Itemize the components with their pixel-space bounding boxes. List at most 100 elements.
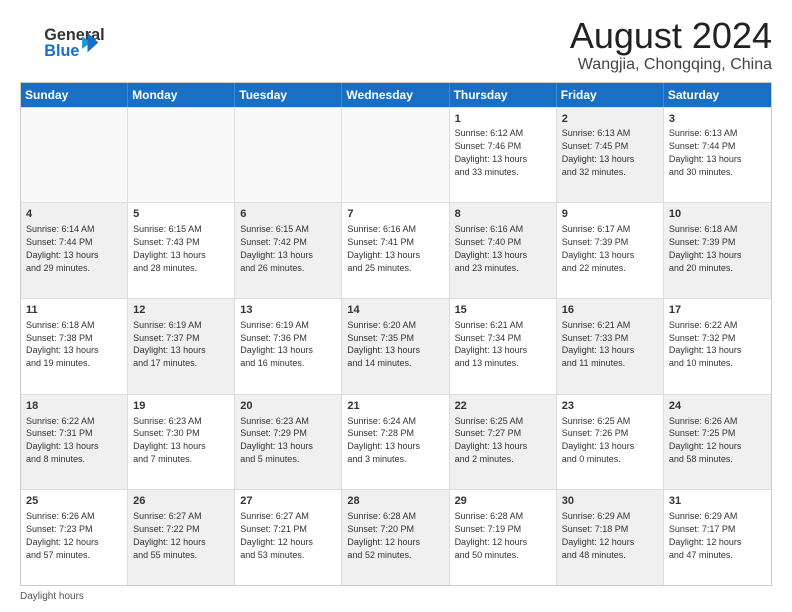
cal-cell: 27 Sunrise: 6:27 AM Sunset: 7:21 PM Dayli… xyxy=(235,490,342,585)
day-number: 31 xyxy=(669,494,766,509)
cal-cell xyxy=(21,108,128,203)
cal-cell: 24 Sunrise: 6:26 AM Sunset: 7:25 PM Dayli… xyxy=(664,395,771,490)
day-header-wednesday: Wednesday xyxy=(342,83,449,107)
header: General Blue August 2024 Wangjia, Chongq… xyxy=(20,16,772,74)
cal-cell: 29 Sunrise: 6:28 AM Sunset: 7:19 PM Dayli… xyxy=(450,490,557,585)
day-number: 1 xyxy=(455,112,551,127)
cal-cell xyxy=(235,108,342,203)
day-info: Sunrise: 6:12 AM Sunset: 7:46 PM Dayligh… xyxy=(455,128,528,176)
cal-cell: 5Sunrise: 6:15 AM Sunset: 7:43 PM Daylig… xyxy=(128,203,235,298)
week-row-3: 11Sunrise: 6:18 AM Sunset: 7:38 PM Dayli… xyxy=(21,298,771,394)
day-info: Sunrise: 6:16 AM Sunset: 7:41 PM Dayligh… xyxy=(347,224,420,272)
cal-cell: 15 Sunrise: 6:21 AM Sunset: 7:34 PM Dayli… xyxy=(450,299,557,394)
day-number: 18 xyxy=(26,399,122,414)
day-info: Sunrise: 6:22 AM Sunset: 7:32 PM Dayligh… xyxy=(669,320,742,368)
cal-cell: 8Sunrise: 6:16 AM Sunset: 7:40 PM Daylig… xyxy=(450,203,557,298)
day-info: Sunrise: 6:15 AM Sunset: 7:43 PM Dayligh… xyxy=(133,224,206,272)
day-number: 13 xyxy=(240,303,336,318)
cal-cell xyxy=(128,108,235,203)
day-info: Sunrise: 6:18 AM Sunset: 7:39 PM Dayligh… xyxy=(669,224,742,272)
week-row-2: 4Sunrise: 6:14 AM Sunset: 7:44 PM Daylig… xyxy=(21,202,771,298)
day-info: Sunrise: 6:27 AM Sunset: 7:21 PM Dayligh… xyxy=(240,511,313,559)
cal-cell: 17 Sunrise: 6:22 AM Sunset: 7:32 PM Dayli… xyxy=(664,299,771,394)
cal-cell: 18 Sunrise: 6:22 AM Sunset: 7:31 PM Dayli… xyxy=(21,395,128,490)
day-number: 25 xyxy=(26,494,122,509)
cal-cell: 19 Sunrise: 6:23 AM Sunset: 7:30 PM Dayli… xyxy=(128,395,235,490)
day-number: 7 xyxy=(347,207,443,222)
calendar-body: 1Sunrise: 6:12 AM Sunset: 7:46 PM Daylig… xyxy=(21,107,771,585)
day-info: Sunrise: 6:24 AM Sunset: 7:28 PM Dayligh… xyxy=(347,416,420,464)
day-info: Sunrise: 6:26 AM Sunset: 7:25 PM Dayligh… xyxy=(669,416,742,464)
day-number: 15 xyxy=(455,303,551,318)
day-info: Sunrise: 6:22 AM Sunset: 7:31 PM Dayligh… xyxy=(26,416,99,464)
day-header-saturday: Saturday xyxy=(664,83,771,107)
day-info: Sunrise: 6:28 AM Sunset: 7:20 PM Dayligh… xyxy=(347,511,420,559)
day-info: Sunrise: 6:25 AM Sunset: 7:26 PM Dayligh… xyxy=(562,416,635,464)
day-number: 19 xyxy=(133,399,229,414)
footer-note: Daylight hours xyxy=(20,591,772,602)
cal-cell: 1Sunrise: 6:12 AM Sunset: 7:46 PM Daylig… xyxy=(450,108,557,203)
cal-cell: 4Sunrise: 6:14 AM Sunset: 7:44 PM Daylig… xyxy=(21,203,128,298)
page: General Blue August 2024 Wangjia, Chongq… xyxy=(0,0,792,612)
day-info: Sunrise: 6:29 AM Sunset: 7:18 PM Dayligh… xyxy=(562,511,635,559)
day-number: 17 xyxy=(669,303,766,318)
day-number: 4 xyxy=(26,207,122,222)
day-header-friday: Friday xyxy=(557,83,664,107)
day-header-monday: Monday xyxy=(128,83,235,107)
day-info: Sunrise: 6:19 AM Sunset: 7:37 PM Dayligh… xyxy=(133,320,206,368)
day-number: 29 xyxy=(455,494,551,509)
day-info: Sunrise: 6:23 AM Sunset: 7:29 PM Dayligh… xyxy=(240,416,313,464)
cal-cell: 23 Sunrise: 6:25 AM Sunset: 7:26 PM Dayli… xyxy=(557,395,664,490)
day-number: 14 xyxy=(347,303,443,318)
day-number: 16 xyxy=(562,303,658,318)
day-number: 24 xyxy=(669,399,766,414)
cal-cell: 31Sunrise: 6:29 AM Sunset: 7:17 PM Dayli… xyxy=(664,490,771,585)
day-header-tuesday: Tuesday xyxy=(235,83,342,107)
cal-cell: 28 Sunrise: 6:28 AM Sunset: 7:20 PM Dayli… xyxy=(342,490,449,585)
cal-cell: 3Sunrise: 6:13 AM Sunset: 7:44 PM Daylig… xyxy=(664,108,771,203)
day-info: Sunrise: 6:23 AM Sunset: 7:30 PM Dayligh… xyxy=(133,416,206,464)
calendar-header: SundayMondayTuesdayWednesdayThursdayFrid… xyxy=(21,83,771,107)
cal-cell: 2Sunrise: 6:13 AM Sunset: 7:45 PM Daylig… xyxy=(557,108,664,203)
day-header-sunday: Sunday xyxy=(21,83,128,107)
cal-cell: 12 Sunrise: 6:19 AM Sunset: 7:37 PM Dayli… xyxy=(128,299,235,394)
day-number: 3 xyxy=(669,112,766,127)
cal-cell: 20 Sunrise: 6:23 AM Sunset: 7:29 PM Dayli… xyxy=(235,395,342,490)
cal-cell: 9Sunrise: 6:17 AM Sunset: 7:39 PM Daylig… xyxy=(557,203,664,298)
day-number: 20 xyxy=(240,399,336,414)
title-block: August 2024 Wangjia, Chongqing, China xyxy=(570,16,772,74)
cal-cell xyxy=(342,108,449,203)
cal-cell: 10Sunrise: 6:18 AM Sunset: 7:39 PM Dayli… xyxy=(664,203,771,298)
cal-cell: 25 Sunrise: 6:26 AM Sunset: 7:23 PM Dayli… xyxy=(21,490,128,585)
cal-cell: 26Sunrise: 6:27 AM Sunset: 7:22 PM Dayli… xyxy=(128,490,235,585)
day-info: Sunrise: 6:26 AM Sunset: 7:23 PM Dayligh… xyxy=(26,511,99,559)
logo-icon: General Blue xyxy=(20,20,110,65)
week-row-1: 1Sunrise: 6:12 AM Sunset: 7:46 PM Daylig… xyxy=(21,107,771,203)
cal-cell: 21Sunrise: 6:24 AM Sunset: 7:28 PM Dayli… xyxy=(342,395,449,490)
day-info: Sunrise: 6:18 AM Sunset: 7:38 PM Dayligh… xyxy=(26,320,99,368)
cal-cell: 7 Sunrise: 6:16 AM Sunset: 7:41 PM Daylig… xyxy=(342,203,449,298)
day-number: 12 xyxy=(133,303,229,318)
day-info: Sunrise: 6:13 AM Sunset: 7:45 PM Dayligh… xyxy=(562,128,635,176)
day-info: Sunrise: 6:21 AM Sunset: 7:34 PM Dayligh… xyxy=(455,320,528,368)
cal-cell: 6 Sunrise: 6:15 AM Sunset: 7:42 PM Daylig… xyxy=(235,203,342,298)
day-number: 27 xyxy=(240,494,336,509)
day-info: Sunrise: 6:20 AM Sunset: 7:35 PM Dayligh… xyxy=(347,320,420,368)
day-number: 30 xyxy=(562,494,658,509)
week-row-4: 18 Sunrise: 6:22 AM Sunset: 7:31 PM Dayli… xyxy=(21,394,771,490)
day-info: Sunrise: 6:28 AM Sunset: 7:19 PM Dayligh… xyxy=(455,511,528,559)
svg-text:Blue: Blue xyxy=(44,42,79,60)
day-info: Sunrise: 6:13 AM Sunset: 7:44 PM Dayligh… xyxy=(669,128,742,176)
day-number: 22 xyxy=(455,399,551,414)
day-number: 6 xyxy=(240,207,336,222)
day-number: 28 xyxy=(347,494,443,509)
cal-cell: 13 Sunrise: 6:19 AM Sunset: 7:36 PM Dayli… xyxy=(235,299,342,394)
cal-cell: 22Sunrise: 6:25 AM Sunset: 7:27 PM Dayli… xyxy=(450,395,557,490)
day-info: Sunrise: 6:21 AM Sunset: 7:33 PM Dayligh… xyxy=(562,320,635,368)
cal-cell: 11Sunrise: 6:18 AM Sunset: 7:38 PM Dayli… xyxy=(21,299,128,394)
day-number: 23 xyxy=(562,399,658,414)
day-info: Sunrise: 6:15 AM Sunset: 7:42 PM Dayligh… xyxy=(240,224,313,272)
day-number: 26 xyxy=(133,494,229,509)
day-info: Sunrise: 6:19 AM Sunset: 7:36 PM Dayligh… xyxy=(240,320,313,368)
day-number: 8 xyxy=(455,207,551,222)
